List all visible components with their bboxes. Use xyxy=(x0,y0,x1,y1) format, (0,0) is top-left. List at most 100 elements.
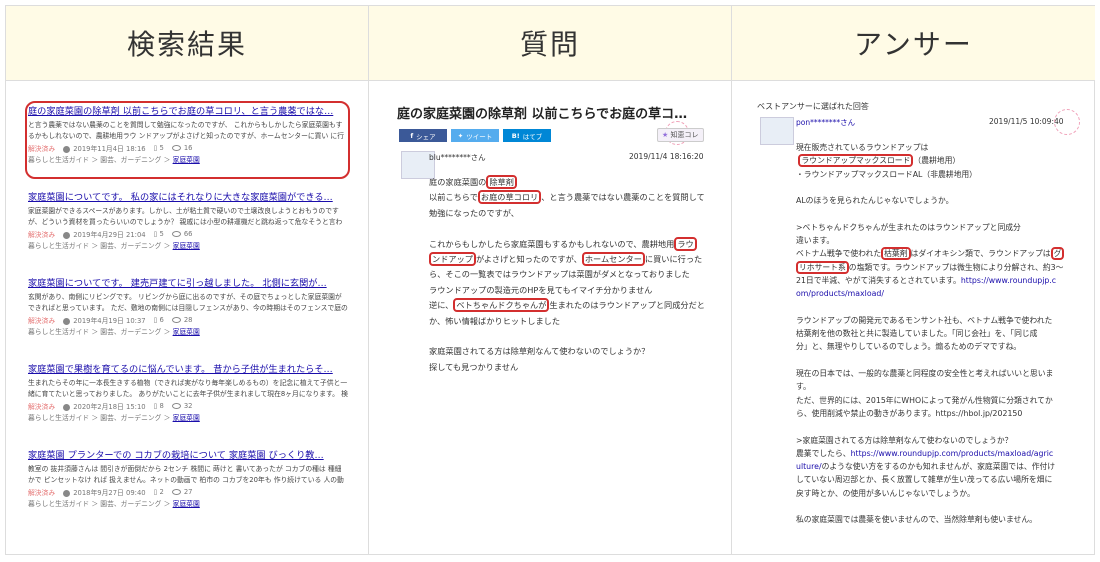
category-tag-link[interactable]: 家庭菜園 xyxy=(173,156,200,164)
answer-date: 2019/11/5 10:09:40 xyxy=(989,117,1064,126)
category-path: 暮らしと生活ガイド ＞ 園芸、ガーデニング ＞ xyxy=(28,242,171,250)
result-date: 2020年2月18日 15:10 xyxy=(73,403,146,411)
search-result: 庭の家庭菜園の除草剤 以前こちらでお庭の草コロリ、と言う農薬ではな… と言う農薬で… xyxy=(28,105,348,164)
answer-count: ▯ 8 xyxy=(153,402,164,410)
answer-text: 戻す時とか、の使用が多いんじゃないでしょうか。 xyxy=(796,488,975,498)
facebook-icon: f xyxy=(410,131,414,140)
answer-count: ▯ 2 xyxy=(153,488,164,496)
search-result-title[interactable]: 家庭菜園 プランターでの コカブの栽培について 家庭菜園 びっくり教… xyxy=(28,449,348,462)
eye-icon xyxy=(171,403,181,409)
search-result-category: 暮らしと生活ガイド ＞ 園芸、ガーデニング ＞ 家庭菜園 xyxy=(28,154,348,164)
clock-icon xyxy=(63,145,71,153)
chie-collection-button[interactable]: ★ 知恵コレ xyxy=(657,128,704,142)
answer-text: のような使い方をするのかも知れませんが、家庭菜園では、作付け xyxy=(821,462,1056,472)
search-result-title[interactable]: 家庭菜園で果樹を育てるのに悩んでいます。 昔から子供が生まれたらそ… xyxy=(28,363,348,376)
answer-text: ベトナム戦争で使われた xyxy=(796,249,882,259)
question-text: か、怖い情報ばかりヒットしました xyxy=(429,315,561,326)
result-date: 2019年4月19日 10:37 xyxy=(73,317,146,325)
answer-text: （農耕地用） xyxy=(913,156,961,166)
twitter-share-button[interactable]: ✦ ツイート xyxy=(451,129,499,142)
question-text: 以前こちらで xyxy=(429,192,478,203)
question-text: 勉強になったのですが、 xyxy=(429,207,519,218)
roundup-agri-link[interactable]: https://www.roundupjp.com/products/maxlo… xyxy=(851,449,1054,458)
questioner-name[interactable]: blu********さん xyxy=(429,152,486,163)
date-item: 2019年11月4日 18:16 xyxy=(63,143,146,153)
roundup-link[interactable]: om/products/maxload/ xyxy=(796,289,884,298)
view-count-value: 32 xyxy=(183,402,193,410)
answer-count-value: 8 xyxy=(159,402,164,410)
search-result-title[interactable]: 庭の家庭菜園の除草剤 以前こちらでお庭の草コロリ、と言う農薬ではな… xyxy=(28,105,348,118)
answer-text: >ベトちゃんドクちゃんが生まれたのはラウンドアップと同成分 xyxy=(796,222,1021,232)
search-result-title[interactable]: 家庭菜園についてです。 建売戸建てに引っ越しました。 北側に玄関が… xyxy=(28,277,348,290)
answer-count: ▯ 6 xyxy=(153,316,164,324)
category-tag-link[interactable]: 家庭菜園 xyxy=(173,500,200,508)
facebook-share-label: シェア xyxy=(416,132,436,141)
category-path: 暮らしと生活ガイド ＞ 園芸、ガーデニング ＞ xyxy=(28,414,171,422)
answerer-avatar xyxy=(760,117,794,145)
answer-text: の塩類です。ラウンドアップは微生物により分解され、約3〜 xyxy=(848,262,1064,272)
category-tag-link[interactable]: 家庭菜園 xyxy=(173,328,200,336)
question-text: 探しても見つかりません xyxy=(429,361,519,372)
highlight-kusakorori: お庭の草コロリ xyxy=(477,190,542,205)
view-count-value: 27 xyxy=(183,488,193,496)
search-result-title[interactable]: 家庭菜園についてです。 私の家にはそれなりに大きな家庭菜園ができる… xyxy=(28,191,348,204)
answer-text: はダイオキシン類で、ラウンドアップは xyxy=(910,249,1051,259)
answer-text: ・ラウンドアップマックスロードAL（非農耕地用） xyxy=(796,169,977,179)
view-count: 16 xyxy=(171,144,193,152)
question-text: これからもしかしたら家庭菜園もするかもしれないので、農耕地用 xyxy=(429,238,675,249)
eye-icon xyxy=(171,317,181,323)
answer-count-value: 6 xyxy=(159,316,164,324)
question-text: 生まれたのはラウンドアップと同成分だと xyxy=(549,300,705,311)
header-search-results: 検索結果 xyxy=(6,6,369,81)
clock-icon xyxy=(63,317,71,325)
star-icon: ★ xyxy=(662,131,669,139)
search-result-category: 暮らしと生活ガイド ＞ 園芸、ガーデニング ＞ 家庭菜園 xyxy=(28,498,348,508)
stamp-icon xyxy=(1054,109,1080,135)
answer-text: ラウンドアップの開発元であるモンサント社も、ベトナム戦争で使われた xyxy=(796,315,1053,325)
view-count-value: 66 xyxy=(183,230,193,238)
highlight-maxload: ラウンドアップマックスロード xyxy=(798,154,914,168)
answer-text: 分」と、無理やりしているのでしょう。煽るためのデマですね。 xyxy=(796,342,1022,352)
question-text: に買いに行った xyxy=(644,254,703,265)
answer-text: ら、使用削減や禁止の動きがあります。https://hbol.jp/202150 xyxy=(796,408,1023,418)
highlight-glyphosate: リホサート系 xyxy=(796,260,849,274)
header-answer: アンサー xyxy=(732,6,1095,81)
question-title: 庭の家庭菜園の除草剤 以前こちらでお庭の草コ… xyxy=(397,107,688,122)
view-count-value: 16 xyxy=(183,144,193,152)
category-path: 暮らしと生活ガイド ＞ 園芸、ガーデニング ＞ xyxy=(28,328,171,336)
search-result-category: 暮らしと生活ガイド ＞ 園芸、ガーデニング ＞ 家庭菜園 xyxy=(28,412,348,422)
highlight-defoliant: 枯葉剤 xyxy=(881,247,911,261)
result-date: 2018年9月27日 09:40 xyxy=(73,489,146,497)
highlight-roundup: ンドアップ xyxy=(429,252,476,267)
highlight-herbicide: 除草剤 xyxy=(486,175,517,189)
answer-count-value: 5 xyxy=(159,230,164,238)
eye-icon xyxy=(171,489,181,495)
question-text: ら、そこの一覧表ではラウンドアップは菜園がダメとなっておりました xyxy=(429,269,690,280)
roundup-agri-link[interactable]: ulture/ xyxy=(796,462,822,471)
answer-text: ALのほうを見られたんじゃないでしょうか。 xyxy=(796,196,954,206)
answerer-name[interactable]: pon********さん xyxy=(796,117,855,128)
search-result: 家庭菜園 プランターでの コカブの栽培について 家庭菜園 びっくり教… 教室の 抜… xyxy=(28,449,348,508)
highlight-beto-doku: ベトちゃんドクちゃんが xyxy=(453,298,550,313)
category-tag-link[interactable]: 家庭菜園 xyxy=(173,242,200,250)
status-badge: 解決済み xyxy=(28,145,56,153)
roundup-link[interactable]: https://www.roundupjp.c xyxy=(961,276,1056,285)
status-badge: 解決済み xyxy=(28,317,56,325)
facebook-share-button[interactable]: f シェア xyxy=(399,129,447,142)
search-result-meta: 解決済み 2019年4月29日 21:04 ▯ 5 66 xyxy=(28,229,348,239)
category-tag-link[interactable]: 家庭菜園 xyxy=(173,414,200,422)
question-text: ラウンドアップの製造元のHPを見てもイマイチ分かりません xyxy=(429,284,653,295)
answer-text: す。 xyxy=(796,382,811,392)
answer-text: 現在の日本では、一般的な農薬と同程度の安全性と考えればいいと思いま xyxy=(796,369,1054,379)
chie-collection-label: 知恵コレ xyxy=(670,131,699,139)
hatena-bookmark-button[interactable]: B! はてブ xyxy=(503,129,551,142)
date-item: 2018年9月27日 09:40 xyxy=(63,487,146,497)
clock-icon xyxy=(63,489,71,497)
comparison-frame: 検索結果 質問 アンサー 庭の家庭菜園の除草剤 以前こちらでお庭の草コロリ、と言… xyxy=(5,5,1095,555)
search-result-snippet: 家庭菜園ができるスペースがあります。しかし、土が粘土質で硬いので土壌改良しようと… xyxy=(28,207,343,226)
answer-text: 違います。 xyxy=(796,236,835,246)
search-result-category: 暮らしと生活ガイド ＞ 園芸、ガーデニング ＞ 家庭菜園 xyxy=(28,240,348,250)
category-path: 暮らしと生活ガイド ＞ 園芸、ガーデニング ＞ xyxy=(28,156,171,164)
search-result: 家庭菜園についてです。 私の家にはそれなりに大きな家庭菜園ができる… 家庭菜園がで… xyxy=(28,191,348,250)
answer-text: >家庭菜園されてる方は除草剤なんて使わないのでしょうか？ xyxy=(796,435,1013,445)
